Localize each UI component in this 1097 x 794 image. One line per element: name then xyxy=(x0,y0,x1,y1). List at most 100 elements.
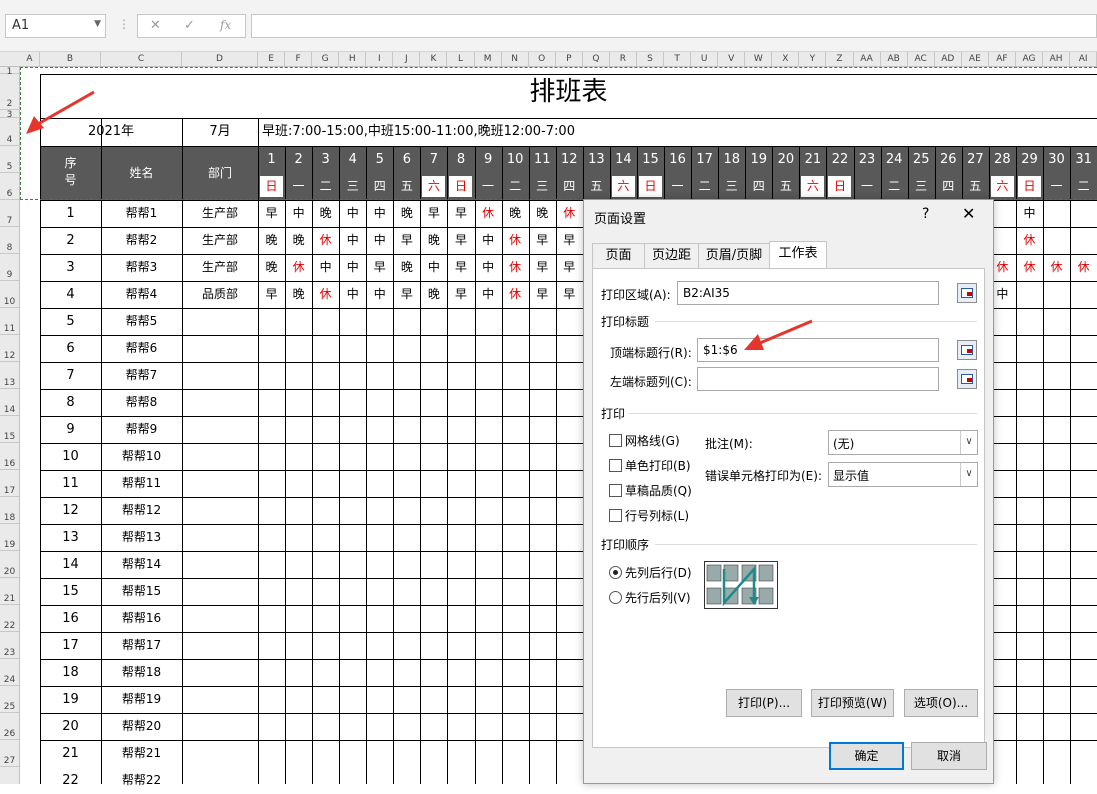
row-dept[interactable] xyxy=(182,524,258,551)
chevron-down-icon[interactable]: ▼ xyxy=(94,19,101,29)
weekday-header[interactable]: 一 xyxy=(666,176,690,197)
gridlines-checkbox[interactable]: 网格线(G) xyxy=(609,432,680,449)
collapse-top-rows-icon[interactable] xyxy=(957,340,977,360)
row-header-1[interactable]: 1 xyxy=(0,67,19,77)
column-header-N[interactable]: N xyxy=(502,52,529,66)
weekday-header[interactable]: 四 xyxy=(557,176,581,197)
column-header-AF[interactable]: AF xyxy=(989,52,1016,66)
tab-margins[interactable]: 页边距 xyxy=(644,243,699,268)
shift-cell[interactable]: 中 xyxy=(339,254,366,281)
over-then-down-radio[interactable]: 先行后列(V) xyxy=(609,589,691,606)
day-header[interactable]: 9 xyxy=(474,146,502,173)
shift-cell[interactable]: 中 xyxy=(366,281,393,308)
row-dept[interactable] xyxy=(182,767,258,794)
row-header-6[interactable]: 6 xyxy=(0,173,19,200)
column-header-AB[interactable]: AB xyxy=(881,52,908,66)
row-name[interactable]: 帮帮17 xyxy=(101,632,182,659)
row-dept[interactable]: 生产部 xyxy=(182,254,258,281)
column-header-S[interactable]: S xyxy=(637,52,665,66)
row-dept[interactable] xyxy=(182,686,258,713)
column-header-Q[interactable]: Q xyxy=(583,52,610,66)
formula-input[interactable] xyxy=(251,14,1097,38)
shift-cell[interactable]: 早 xyxy=(447,200,474,227)
shift-cell[interactable]: 中 xyxy=(285,200,312,227)
row-dept[interactable] xyxy=(182,416,258,443)
shift-cell[interactable]: 晚 xyxy=(312,200,339,227)
row-no[interactable]: 1 xyxy=(40,200,101,227)
column-header-AH[interactable]: AH xyxy=(1043,52,1071,66)
row-name[interactable]: 帮帮13 xyxy=(101,524,182,551)
shift-cell[interactable]: 中 xyxy=(339,200,366,227)
column-header-M[interactable]: M xyxy=(475,52,502,66)
tab-page[interactable]: 页面 xyxy=(592,243,645,268)
shift-cell[interactable]: 早 xyxy=(366,254,393,281)
shift-cell[interactable]: 休 xyxy=(285,254,312,281)
day-header[interactable]: 17 xyxy=(691,146,719,173)
day-header[interactable]: 29 xyxy=(1015,146,1044,173)
row-name[interactable]: 帮帮3 xyxy=(101,254,182,281)
weekday-header[interactable]: 五 xyxy=(395,176,419,197)
row-header-23[interactable]: 23 xyxy=(0,632,19,659)
shift-cell[interactable]: 晚 xyxy=(258,254,285,281)
row-no[interactable]: 5 xyxy=(40,308,101,335)
column-header-J[interactable]: J xyxy=(393,52,421,66)
row-no[interactable]: 19 xyxy=(40,686,101,713)
shift-cell[interactable]: 中 xyxy=(312,254,339,281)
chevron-down-icon[interactable]: ∨ xyxy=(960,431,977,454)
row-name[interactable]: 帮帮15 xyxy=(101,578,182,605)
weekday-header[interactable]: 六 xyxy=(990,176,1014,197)
cancel-button[interactable]: 取消 xyxy=(911,742,987,770)
column-header-R[interactable]: R xyxy=(610,52,637,66)
row-header-2[interactable]: 2 xyxy=(0,74,19,110)
day-header[interactable]: 21 xyxy=(799,146,827,173)
day-header[interactable]: 24 xyxy=(880,146,908,173)
day-header[interactable]: 19 xyxy=(745,146,773,173)
row-header-21[interactable]: 21 xyxy=(0,578,19,605)
column-header-C[interactable]: C xyxy=(101,52,182,66)
column-header-H[interactable]: H xyxy=(339,52,367,66)
day-header[interactable]: 2 xyxy=(285,146,313,173)
weekday-header[interactable]: 二 xyxy=(314,176,338,197)
row-name[interactable]: 帮帮21 xyxy=(101,740,182,767)
draft-checkbox[interactable]: 草稿品质(Q) xyxy=(609,482,692,499)
day-header[interactable]: 30 xyxy=(1043,146,1071,173)
shift-cell[interactable]: 休 xyxy=(502,254,529,281)
row-header-9[interactable]: 9 xyxy=(0,254,19,281)
row-dept[interactable]: 品质部 xyxy=(182,281,258,308)
fx-icon[interactable]: fx xyxy=(220,18,231,32)
column-header-A[interactable]: A xyxy=(20,52,40,66)
weekday-header[interactable]: 日 xyxy=(638,176,662,197)
weekday-header[interactable]: 四 xyxy=(747,176,771,197)
header-name[interactable]: 姓名 xyxy=(101,146,182,200)
shift-cell[interactable]: 晚 xyxy=(285,281,312,308)
shift-cell[interactable]: 早 xyxy=(556,254,583,281)
shift-cell[interactable]: 早 xyxy=(447,281,474,308)
row-name[interactable]: 帮帮11 xyxy=(101,470,182,497)
shift-cell[interactable]: 晚 xyxy=(529,200,556,227)
weekday-header[interactable]: 五 xyxy=(584,176,608,197)
shift-cell[interactable]: 早 xyxy=(258,200,285,227)
weekday-header[interactable]: 二 xyxy=(1072,176,1096,197)
column-header-AD[interactable]: AD xyxy=(935,52,962,66)
mono-checkbox[interactable]: 单色打印(B) xyxy=(609,457,691,474)
shift-cell[interactable]: 早 xyxy=(393,281,420,308)
shift-cell[interactable]: 早 xyxy=(556,281,583,308)
row-no[interactable]: 17 xyxy=(40,632,101,659)
row-name[interactable]: 帮帮5 xyxy=(101,308,182,335)
column-header-AE[interactable]: AE xyxy=(962,52,989,66)
shift-cell[interactable]: 休 xyxy=(1070,254,1097,281)
column-header-AG[interactable]: AG xyxy=(1016,52,1044,66)
weekday-header[interactable]: 日 xyxy=(260,176,283,197)
row-no[interactable]: 14 xyxy=(40,551,101,578)
column-header-E[interactable]: E xyxy=(258,52,286,66)
shift-cell[interactable]: 休 xyxy=(312,227,339,254)
row-header-7[interactable]: 7 xyxy=(0,200,19,227)
column-header-I[interactable]: I xyxy=(366,52,394,66)
day-header[interactable]: 11 xyxy=(528,146,556,173)
row-header-19[interactable]: 19 xyxy=(0,524,19,551)
shift-note-cell[interactable]: 早班:7:00-15:00,中班15:00-11:00,晚班12:00-7:00 xyxy=(262,118,1097,146)
column-header-AI[interactable]: AI xyxy=(1070,52,1097,66)
row-dept[interactable]: 生产部 xyxy=(182,200,258,227)
row-name[interactable]: 帮帮19 xyxy=(101,686,182,713)
weekday-header[interactable]: 一 xyxy=(287,176,311,197)
